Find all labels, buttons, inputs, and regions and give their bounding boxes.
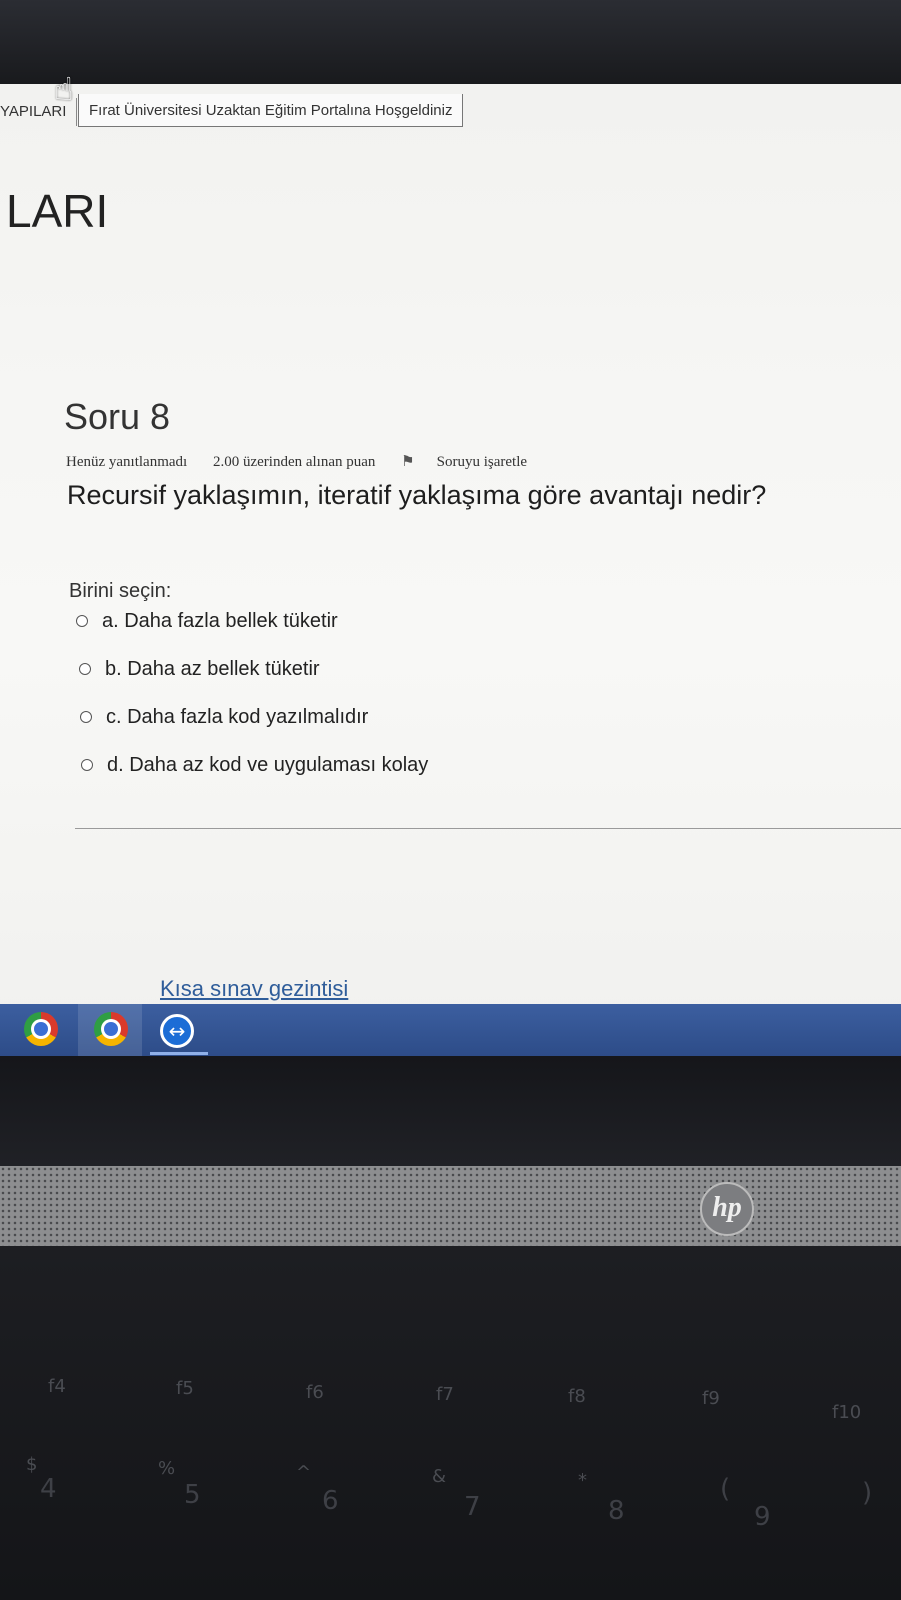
key-f5[interactable]: f5 [176,1378,194,1399]
screen-bezel [0,0,901,88]
quiz-page: YAPILARI Fırat Üniversitesi Uzaktan Eğit… [0,84,901,1024]
answer-option-a[interactable]: a. Daha fazla bellek tüketir [76,608,338,634]
key-f6[interactable]: f6 [306,1382,324,1403]
choose-one-label: Birini seçin: [69,580,172,602]
keyboard: f4 f5 f6 f7 f8 f9 f10 $ 4 % 5 ^ 6 & 7 * … [0,1246,901,1600]
chrome-icon[interactable] [94,1012,128,1046]
radio-button[interactable] [80,711,92,723]
key-f8[interactable]: f8 [568,1386,586,1407]
answer-option-label: b. Daha az bellek tüketir [105,657,320,680]
laptop-screen: YAPILARI Fırat Üniversitesi Uzaktan Eğit… [0,0,901,1080]
radio-button[interactable] [76,615,88,627]
flag-question-link[interactable]: ⚑ Soruyu işaretle [401,454,549,470]
key-7[interactable]: 7 [464,1492,481,1522]
page-heading: LARI [6,185,109,237]
key-5[interactable]: 5 [184,1480,201,1510]
hand-cursor-icon: ☝ [54,70,74,108]
key-f10[interactable]: f10 [832,1402,861,1423]
portal-welcome-tab[interactable]: Fırat Üniversitesi Uzaktan Eğitim Portal… [78,94,464,127]
taskbar [0,1004,901,1059]
key-f7[interactable]: f7 [436,1384,454,1405]
flag-icon: ⚑ [401,454,415,470]
key-f4[interactable]: f4 [48,1376,66,1397]
chrome-icon[interactable] [24,1012,58,1046]
key-asterisk[interactable]: * [578,1470,587,1491]
radio-button[interactable] [79,663,91,675]
radio-button[interactable] [81,759,93,771]
answer-option-label: c. Daha fazla kod yazılmalıdır [106,705,369,728]
key-4[interactable]: 4 [40,1474,57,1504]
key-percent[interactable]: % [158,1458,175,1479]
answer-option-c[interactable]: c. Daha fazla kod yazılmalıdır [80,704,368,730]
speaker-grille [0,1166,901,1246]
key-caret[interactable]: ^ [296,1462,311,1483]
key-close-paren[interactable]: ) [862,1478,872,1508]
answer-option-d[interactable]: d. Daha az kod ve uygulaması kolay [81,752,428,778]
key-8[interactable]: 8 [608,1496,625,1526]
key-dollar[interactable]: $ [26,1454,37,1475]
key-9[interactable]: 9 [754,1502,771,1532]
key-open-paren[interactable]: ( [720,1474,730,1504]
answer-option-label: a. Daha fazla bellek tüketir [102,609,338,632]
key-f9[interactable]: f9 [702,1388,720,1409]
section-divider [75,828,901,829]
question-meta: Henüz yanıtlanmadı 2.00 üzerinden alınan… [66,452,571,471]
key-ampersand[interactable]: & [432,1466,446,1487]
question-text: Recursif yaklaşımın, iteratif yaklaşıma … [67,480,767,510]
taskbar-active-indicator [150,1052,208,1055]
question-number: Soru 8 [64,396,171,437]
key-6[interactable]: 6 [322,1486,339,1516]
flag-question-label: Soruyu işaretle [436,454,528,470]
question-status: Henüz yanıtlanmadı [66,454,188,470]
answer-option-label: d. Daha az kod ve uygulaması kolay [107,753,429,776]
teamviewer-icon[interactable] [160,1014,194,1048]
question-points: 2.00 üzerinden alınan puan [212,454,376,470]
screen-bottom-bezel [0,1056,901,1166]
answer-option-b[interactable]: b. Daha az bellek tüketir [79,656,320,682]
hp-logo: hp [700,1182,754,1236]
quiz-navigation-link[interactable]: Kısa sınav gezintisi [160,976,348,1002]
